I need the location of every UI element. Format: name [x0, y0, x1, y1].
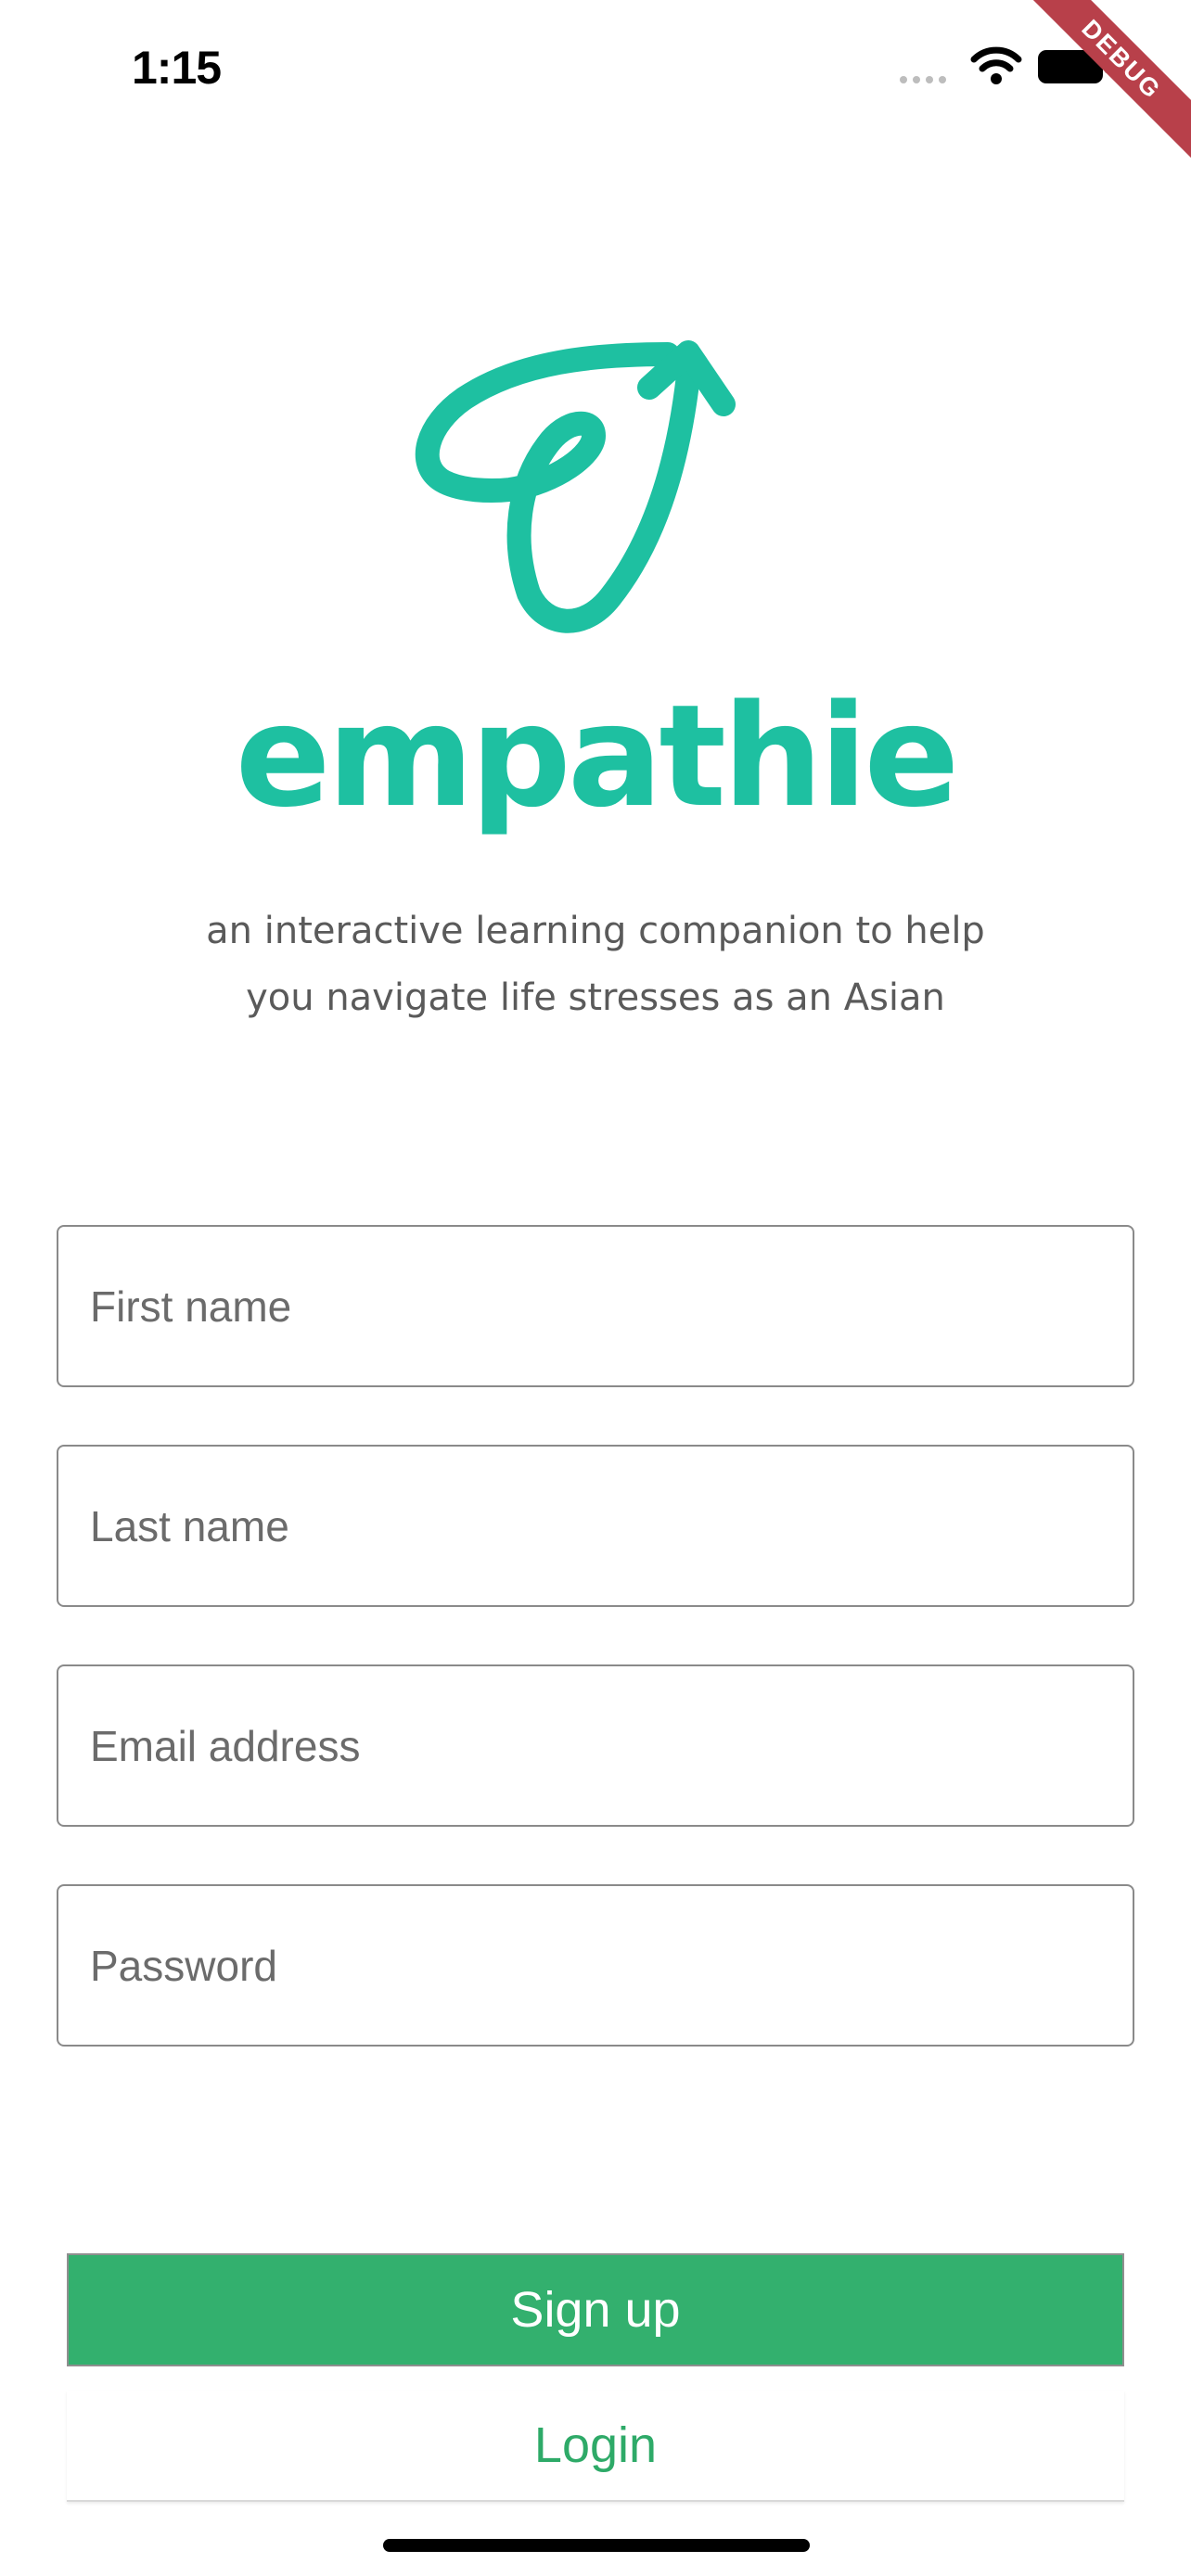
login-label: Login	[533, 2417, 658, 2473]
debug-banner: DEBUG	[998, 0, 1191, 183]
sign-up-label: Sign up	[510, 2282, 681, 2338]
tagline-line-2: you navigate life stresses as an Asian	[246, 976, 945, 1019]
wifi-icon	[970, 46, 1022, 84]
password-input[interactable]	[57, 1884, 1134, 2047]
tagline-line-1: an interactive learning companion to hel…	[206, 910, 985, 952]
status-time: 1:15	[132, 42, 222, 94]
empathie-logo-icon	[415, 340, 736, 633]
brand-wordmark: empathie	[235, 674, 960, 838]
first-name-input[interactable]	[57, 1225, 1134, 1387]
signup-screen: 1:15 DEBUG empathie an interactive learn…	[0, 0, 1191, 2576]
login-button[interactable]: Login	[67, 2391, 1124, 2502]
home-indicator[interactable]	[383, 2539, 810, 2552]
email-input[interactable]	[57, 1664, 1134, 1827]
brand-tagline: an interactive learning companion to hel…	[0, 898, 1191, 1031]
last-name-input[interactable]	[57, 1445, 1134, 1607]
cellular-signal-icon	[900, 76, 946, 83]
sign-up-button[interactable]: Sign up	[67, 2253, 1124, 2366]
